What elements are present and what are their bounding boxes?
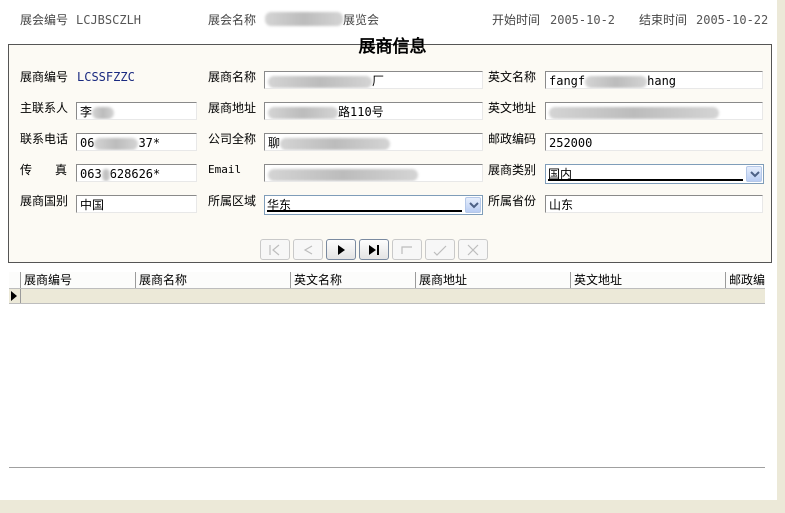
fair-name-suffix: 展览会 [343, 13, 380, 27]
exhibitor-no-value: LCSSFZZC [77, 70, 135, 84]
exhibitor-name-label: 展商名称 [208, 70, 257, 84]
company-label: 公司全称 [208, 132, 257, 146]
grid-indicator-header [9, 272, 20, 288]
fax-field[interactable]: 063 628626* [76, 164, 197, 182]
english-addr-field[interactable] [545, 102, 763, 120]
exhibitor-addr-label: 展商地址 [208, 101, 257, 115]
cancel-icon [467, 244, 479, 256]
start-time-label: 开始时间 [492, 13, 541, 27]
grid-header: 展商编号 展商名称 英文名称 展商地址 英文地址 邮政编码 [9, 272, 765, 289]
phone-head: 06 [80, 136, 95, 150]
contact-label: 主联系人 [20, 101, 69, 115]
fair-name-label: 展会名称 [208, 13, 257, 27]
grid-col-postcode[interactable]: 邮政编码 [725, 272, 765, 288]
province-field[interactable]: 山东 [545, 195, 763, 213]
region-select[interactable]: 华东 [264, 195, 483, 215]
nav-cancel-button[interactable] [458, 239, 488, 260]
postcode-field[interactable]: 252000 [545, 133, 763, 151]
grid-col-exhibitor-name[interactable]: 展商名称 [135, 272, 290, 288]
nav-next-button[interactable] [326, 239, 356, 260]
table-row[interactable] [9, 289, 765, 304]
end-time-value: 2005-10-22 [696, 13, 769, 27]
nav-first-button[interactable] [260, 239, 290, 260]
insert-record-icon [401, 246, 412, 254]
next-record-icon [338, 245, 345, 255]
region-underline [267, 210, 462, 212]
fair-no-value: LCJBSCZLH [76, 13, 142, 27]
english-addr-label: 英文地址 [488, 101, 537, 115]
window-right-edge [777, 0, 785, 500]
contact-field[interactable]: 李 [76, 102, 197, 120]
exhibitor-name-field[interactable]: 厂 [264, 71, 483, 89]
divider [9, 467, 765, 468]
panel-title: 展商信息 [358, 37, 427, 57]
exhibitor-name-tail: 厂 [372, 74, 385, 88]
phone-field[interactable]: 06 37* [76, 133, 197, 151]
category-label: 展商类别 [488, 163, 537, 177]
grid-col-english-name[interactable]: 英文名称 [290, 272, 415, 288]
grid-col-english-addr[interactable]: 英文地址 [570, 272, 725, 288]
fax-label-2: 真 [55, 163, 68, 177]
first-record-icon [269, 244, 280, 256]
postcode-label: 邮政编码 [488, 132, 537, 146]
last-record-icon [369, 245, 379, 255]
chevron-down-icon[interactable] [465, 197, 481, 213]
check-icon [433, 245, 447, 256]
english-name-head: fangf [549, 74, 586, 88]
fair-no-label: 展会编号 [20, 13, 69, 27]
window-bottom-edge [0, 500, 785, 513]
english-name-tail: hang [647, 74, 677, 88]
chevron-down-icon[interactable] [746, 166, 762, 182]
exhibitor-addr-tail: 路110号 [338, 105, 384, 119]
country-label: 展商国别 [20, 194, 69, 208]
contact-head: 李 [80, 105, 93, 119]
phone-tail: 37* [138, 136, 161, 150]
nav-post-button[interactable] [425, 239, 455, 260]
nav-insert-button[interactable] [392, 239, 422, 260]
end-time-label: 结束时间 [639, 13, 688, 27]
prior-record-icon [303, 245, 313, 255]
email-field[interactable] [264, 164, 483, 182]
province-label: 所属省份 [488, 194, 537, 208]
region-label: 所属区域 [208, 194, 257, 208]
nav-prior-button[interactable] [293, 239, 323, 260]
english-name-field[interactable]: fangf hang [545, 71, 763, 89]
fair-name-redacted [265, 11, 343, 27]
exhibitor-addr-field[interactable]: 路110号 [264, 102, 483, 120]
company-head: 聊 [268, 136, 281, 150]
phone-label: 联系电话 [20, 132, 69, 146]
start-time-value: 2005-10-2 [550, 13, 616, 27]
fax-tail: 628626* [109, 167, 161, 181]
category-underline [548, 179, 743, 181]
row-indicator-icon [9, 289, 21, 303]
nav-last-button[interactable] [359, 239, 389, 260]
company-field[interactable]: 聊 [264, 133, 483, 151]
grid-col-exhibitor-no[interactable]: 展商编号 [20, 272, 135, 288]
english-name-label: 英文名称 [488, 70, 537, 84]
email-label: Email [208, 163, 242, 176]
category-select[interactable]: 国内 [545, 164, 764, 184]
country-field[interactable]: 中国 [76, 195, 197, 213]
fax-head: 063 [80, 167, 102, 181]
grid-col-exhibitor-addr[interactable]: 展商地址 [415, 272, 570, 288]
exhibitor-no-label: 展商编号 [20, 70, 69, 84]
fax-label-1: 传 [20, 163, 33, 177]
